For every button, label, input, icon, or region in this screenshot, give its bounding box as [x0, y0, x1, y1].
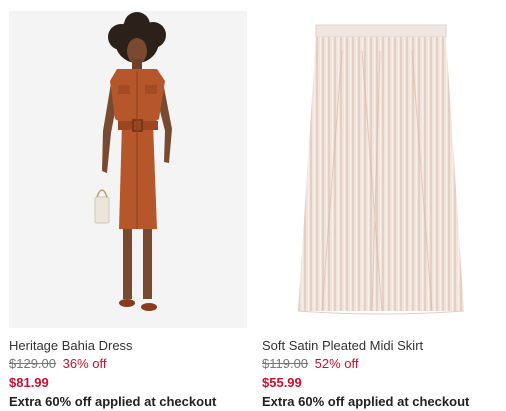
price-row: $119.00 52% off — [262, 356, 500, 372]
product-image[interactable] — [262, 11, 500, 328]
original-price: $129.00 — [9, 356, 56, 371]
skirt-image — [262, 11, 500, 328]
price-row: $129.00 36% off — [9, 356, 247, 372]
product-card[interactable]: Heritage Bahia Dress $129.00 36% off $81… — [9, 11, 247, 410]
product-name[interactable]: Heritage Bahia Dress — [9, 338, 247, 354]
sale-price: $55.99 — [262, 375, 302, 390]
product-card[interactable]: Soft Satin Pleated Midi Skirt $119.00 52… — [262, 11, 500, 410]
promo-text: Extra 60% off applied at checkout — [262, 394, 470, 409]
product-image[interactable] — [9, 11, 247, 328]
original-price: $119.00 — [262, 356, 309, 371]
dress-model-image — [9, 11, 247, 328]
discount-percent: 36% off — [62, 356, 107, 371]
promo-text: Extra 60% off applied at checkout — [9, 394, 217, 409]
sale-price: $81.99 — [9, 375, 49, 390]
discount-percent: 52% off — [314, 356, 359, 371]
product-name[interactable]: Soft Satin Pleated Midi Skirt — [262, 338, 500, 354]
